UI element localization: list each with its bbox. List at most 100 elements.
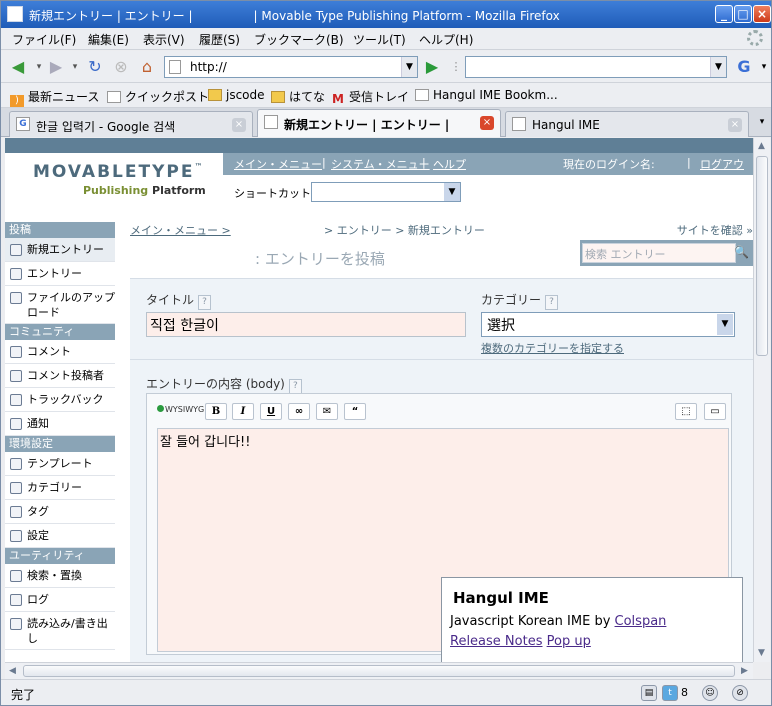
menu-help[interactable]: ヘルプ(H) bbox=[419, 31, 473, 48]
search-icon[interactable]: 🔍 bbox=[734, 245, 749, 259]
logout-link[interactable]: ログアウト bbox=[700, 156, 753, 188]
tab-close-icon[interactable]: × bbox=[480, 116, 494, 130]
nav-commenters[interactable]: コメント投稿者 bbox=[5, 364, 115, 388]
page-info-icon[interactable]: ▤ bbox=[641, 685, 657, 701]
blockquote-icon[interactable]: “ bbox=[344, 403, 366, 420]
bookmark-hangul-ime[interactable]: Hangul IME Bookm... bbox=[415, 88, 558, 102]
tab-google[interactable]: G 한글 입력기 - Google 검색 × bbox=[9, 111, 253, 137]
underline-button[interactable]: U bbox=[260, 403, 282, 420]
nav-config[interactable]: 設定 bbox=[5, 524, 115, 548]
insert-file-icon[interactable]: ▭ bbox=[704, 403, 726, 420]
nav-search-replace[interactable]: 検索・置換 bbox=[5, 564, 115, 588]
nav-import-export[interactable]: 読み込み/書き出し bbox=[5, 612, 115, 650]
crumb-main-menu[interactable]: メイン・メニュー > bbox=[130, 222, 231, 238]
nav-comments[interactable]: コメント bbox=[5, 340, 115, 364]
email-link-icon[interactable]: ✉ bbox=[316, 403, 338, 420]
bookmark-news[interactable]: ) 最新ニュース bbox=[10, 88, 99, 107]
stop-icon[interactable]: ⊗ bbox=[110, 57, 132, 77]
splitter-icon[interactable]: ⋮ bbox=[445, 57, 467, 77]
logo-text: MOVABLETYPE bbox=[33, 162, 195, 182]
category-select[interactable]: 選択 ▼ bbox=[481, 312, 735, 337]
ime-heading: Hangul IME bbox=[453, 589, 549, 607]
bookmark-jscode[interactable]: jscode bbox=[208, 88, 265, 102]
multi-category-link[interactable]: 複数のカテゴリーを指定する bbox=[481, 340, 624, 356]
scroll-right-icon[interactable]: ▶ bbox=[741, 666, 748, 676]
wysiwyg-toggle[interactable]: WYSIWYG bbox=[157, 405, 204, 414]
site-confirm-link[interactable]: サイトを確認 » bbox=[677, 222, 753, 238]
insert-image-icon[interactable]: ⬚ bbox=[675, 403, 697, 420]
page-content: メイン・メニュー | システム・メニュー | ヘルプ 現在のログイン名: | ロ… bbox=[5, 138, 753, 662]
shortcut-select[interactable]: ▼ bbox=[311, 182, 461, 202]
nav-categories[interactable]: カテゴリー bbox=[5, 476, 115, 500]
nav-templates[interactable]: テンプレート bbox=[5, 452, 115, 476]
nav-notify[interactable]: 通知 bbox=[5, 412, 115, 436]
tab-bar: G 한글 입력기 - Google 검색 × 新規エントリー | エントリー |… bbox=[1, 108, 771, 137]
tab-hangul-ime[interactable]: Hangul IME × bbox=[505, 111, 749, 137]
disabled-icon[interactable]: ⊘ bbox=[732, 685, 748, 701]
help-icon[interactable]: ? bbox=[545, 295, 559, 310]
scroll-thumb[interactable] bbox=[23, 665, 735, 677]
tab-close-icon[interactable]: × bbox=[728, 118, 742, 132]
menu-tools[interactable]: ツール(T) bbox=[353, 31, 406, 48]
bookmark-inbox[interactable]: M 受信トレイ bbox=[331, 88, 409, 105]
tab-new-entry[interactable]: 新規エントリー | エントリー | × bbox=[257, 109, 501, 137]
left-nav: 投稿 新規エントリー エントリー ファイルのアップロード コミュニティ コメント… bbox=[5, 222, 115, 662]
google-icon[interactable]: G bbox=[733, 57, 755, 77]
scroll-down-icon[interactable]: ▼ bbox=[758, 648, 765, 658]
search-dropdown-icon[interactable]: ▼ bbox=[710, 57, 726, 77]
nav-entries[interactable]: エントリー bbox=[5, 262, 115, 286]
nav-label: コメント bbox=[27, 345, 71, 358]
help-icon[interactable]: ? bbox=[288, 379, 302, 394]
bookmark-hatena[interactable]: はてな bbox=[271, 88, 325, 105]
nav-log[interactable]: ログ bbox=[5, 588, 115, 612]
menu-edit[interactable]: 編集(E) bbox=[88, 31, 129, 48]
help-icon[interactable]: ? bbox=[198, 295, 212, 310]
popup-link[interactable]: Pop up bbox=[547, 634, 591, 649]
url-dropdown-icon[interactable]: ▼ bbox=[401, 57, 417, 77]
home-icon[interactable]: ⌂ bbox=[136, 57, 158, 77]
twitter-icon[interactable]: t bbox=[662, 685, 678, 701]
search-input[interactable]: ▼ bbox=[465, 56, 727, 78]
forward-dropdown-icon[interactable]: ▾ bbox=[64, 57, 86, 77]
nav-new-entry[interactable]: 新規エントリー bbox=[5, 238, 115, 262]
menu-history[interactable]: 履歴(S) bbox=[199, 31, 240, 48]
horizontal-scrollbar[interactable]: ◀ ▶ bbox=[5, 662, 753, 679]
nav-label: ファイルのアップロード bbox=[27, 291, 115, 319]
separator: | bbox=[422, 156, 426, 169]
scroll-thumb[interactable] bbox=[756, 156, 768, 356]
back-icon[interactable]: ◀ bbox=[7, 57, 29, 77]
link-icon[interactable]: ∞ bbox=[288, 403, 310, 420]
settings-icon bbox=[10, 530, 22, 542]
bold-button[interactable]: B bbox=[205, 403, 227, 420]
reload-icon[interactable]: ↻ bbox=[84, 57, 106, 77]
nav-main-menu[interactable]: メイン・メニュー bbox=[234, 156, 322, 172]
title-input[interactable]: 직접 한글이 bbox=[146, 312, 466, 337]
minimize-button[interactable]: _ bbox=[715, 5, 733, 23]
nav-trackback[interactable]: トラックバック bbox=[5, 388, 115, 412]
nav-help[interactable]: ヘルプ bbox=[433, 156, 466, 172]
url-bar[interactable]: http:// ▼ bbox=[164, 56, 418, 78]
release-notes-link[interactable]: Release Notes bbox=[450, 634, 542, 649]
tab-list-icon[interactable]: ▾ bbox=[751, 112, 772, 132]
entry-search-input[interactable]: 検索 エントリー bbox=[582, 243, 736, 263]
engine-dropdown-icon[interactable]: ▾ bbox=[753, 57, 772, 77]
scroll-up-icon[interactable]: ▲ bbox=[758, 141, 765, 151]
close-button[interactable]: × bbox=[753, 5, 771, 23]
menu-view[interactable]: 表示(V) bbox=[143, 31, 185, 48]
colspan-link[interactable]: Colspan bbox=[615, 614, 667, 629]
nav-system-menu[interactable]: システム・メニュー bbox=[331, 156, 430, 172]
italic-button[interactable]: I bbox=[232, 403, 254, 420]
nav-tags[interactable]: タグ bbox=[5, 500, 115, 524]
menu-bookmarks[interactable]: ブックマーク(B) bbox=[254, 31, 344, 48]
smiley-icon[interactable]: ☺ bbox=[702, 685, 718, 701]
bookmark-quickpost[interactable]: クイックポスト bbox=[107, 88, 209, 105]
go-icon[interactable]: ▶ bbox=[421, 57, 443, 77]
maximize-button[interactable]: □ bbox=[734, 5, 752, 23]
status-text: 完了 bbox=[11, 688, 36, 702]
nav-upload[interactable]: ファイルのアップロード bbox=[5, 286, 115, 324]
menu-file[interactable]: ファイル(F) bbox=[12, 31, 76, 48]
scroll-left-icon[interactable]: ◀ bbox=[9, 666, 16, 676]
vertical-scrollbar[interactable]: ▲ ▼ bbox=[753, 138, 770, 662]
mt-logo[interactable]: MOVABLETYPE™ Publishing Platform bbox=[33, 162, 206, 197]
tab-close-icon[interactable]: × bbox=[232, 118, 246, 132]
